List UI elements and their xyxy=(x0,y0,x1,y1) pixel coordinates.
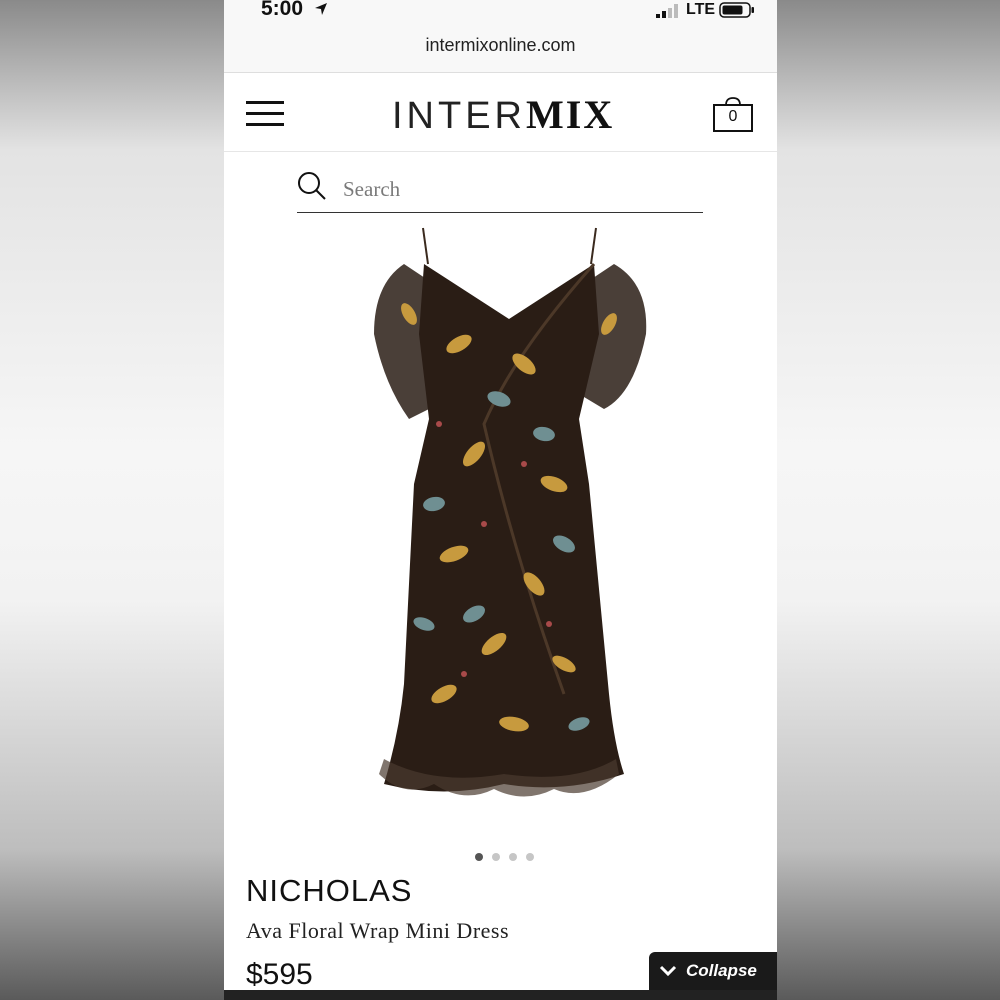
chevron-down-icon xyxy=(659,965,677,977)
bottom-bar xyxy=(224,990,777,1000)
site-header: INTERMIX 0 xyxy=(224,73,777,152)
search-bar[interactable] xyxy=(297,168,703,213)
intermix-logo[interactable]: INTERMIX xyxy=(392,91,614,138)
location-arrow-icon xyxy=(315,3,327,15)
signal-icon xyxy=(656,4,678,18)
logo-bold-text: MIX xyxy=(526,92,615,137)
hamburger-menu-icon[interactable] xyxy=(246,101,284,131)
carousel-dot[interactable] xyxy=(492,853,500,861)
search-input[interactable] xyxy=(341,176,685,203)
background-left xyxy=(0,0,224,1000)
url-text[interactable]: intermixonline.com xyxy=(224,35,777,56)
shopping-bag-button[interactable]: 0 xyxy=(712,97,754,133)
product-name: Ava Floral Wrap Mini Dress xyxy=(246,918,510,943)
battery-icon xyxy=(719,2,754,18)
logo-thin-text: INTER xyxy=(392,95,526,137)
carousel-dots xyxy=(475,848,543,861)
background-right xyxy=(776,0,1000,1000)
status-time: 5:00 xyxy=(261,0,304,20)
carousel-dot[interactable] xyxy=(509,853,517,861)
phone-screen: 5:00 LTE intermixonline.com INTERMIX 0 S… xyxy=(224,0,777,1000)
collapse-label: Collapse xyxy=(686,961,757,980)
status-bar: 5:00 LTE xyxy=(224,0,777,24)
carousel-dot[interactable] xyxy=(475,853,483,861)
collapse-button[interactable]: Collapse xyxy=(649,952,777,990)
browser-url-bar[interactable]: intermixonline.com xyxy=(224,24,777,73)
network-type: LTE xyxy=(686,1,716,18)
product-price: $595 xyxy=(246,958,313,991)
bag-count: 0 xyxy=(728,108,738,125)
search-icon[interactable] xyxy=(297,171,327,201)
product-image[interactable] xyxy=(364,224,654,804)
carousel-dot[interactable] xyxy=(526,853,534,861)
product-brand[interactable]: NICHOLAS xyxy=(246,873,412,909)
